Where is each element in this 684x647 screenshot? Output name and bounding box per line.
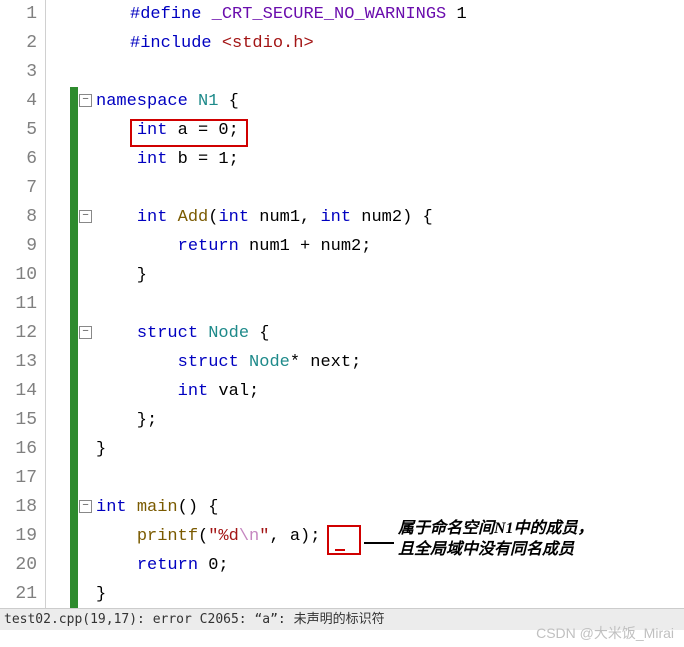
code-token (96, 324, 137, 343)
line-number: 20 (0, 551, 37, 580)
code-token: int (137, 121, 168, 140)
line-number: 4 (0, 87, 37, 116)
code-token: #define (130, 5, 212, 24)
annotation-line: 属于命名空间N1中的成员， (398, 518, 594, 539)
code-token: main (137, 498, 178, 517)
code-token (96, 556, 137, 575)
line-number: 11 (0, 290, 37, 319)
fold-toggle[interactable]: − (79, 500, 92, 513)
code-token: ( (198, 527, 208, 546)
code-area[interactable]: #define _CRT_SECURE_NO_WARNINGS 1 #inclu… (96, 0, 684, 608)
annotation-text: 属于命名空间N1中的成员， 且全局域中没有同名成员 (398, 518, 594, 560)
code-token: , a); (269, 527, 320, 546)
fold-column: − − − − (78, 0, 96, 608)
code-token (96, 353, 178, 372)
change-bar (70, 87, 78, 609)
code-token: } (96, 585, 106, 604)
fold-toggle[interactable]: − (79, 94, 92, 107)
code-token: int (320, 208, 351, 227)
code-token: int (96, 498, 127, 517)
code-token (96, 208, 137, 227)
code-token: } (96, 440, 106, 459)
code-token (96, 237, 178, 256)
line-number: 1 (0, 0, 37, 29)
code-token: Node (208, 324, 249, 343)
code-token: int (218, 208, 249, 227)
code-token (167, 208, 177, 227)
error-squiggle (335, 549, 345, 551)
code-token: num2) { (351, 208, 433, 227)
code-token (96, 121, 137, 140)
code-token: { (249, 324, 269, 343)
annotation-connector (364, 542, 394, 544)
code-token: b = 1; (167, 150, 238, 169)
code-token: num1, (249, 208, 320, 227)
code-token (127, 498, 137, 517)
code-token: Add (178, 208, 209, 227)
line-number: 10 (0, 261, 37, 290)
code-token: 0; (198, 556, 229, 575)
code-token: } (96, 266, 147, 285)
code-editor: 1 2 3 4 5 6 7 8 9 10 11 12 13 14 15 16 1… (0, 0, 684, 608)
code-token: val; (208, 382, 259, 401)
code-token: <stdio.h> (222, 34, 314, 53)
line-number: 21 (0, 580, 37, 609)
code-token: struct (137, 324, 198, 343)
code-token: int (137, 150, 168, 169)
code-token: struct (178, 353, 239, 372)
code-token (96, 527, 137, 546)
annotation-line: 且全局域中没有同名成员 (398, 539, 594, 560)
code-token: * next; (290, 353, 361, 372)
code-token: () { (178, 498, 219, 517)
line-number: 5 (0, 116, 37, 145)
code-token: ( (208, 208, 218, 227)
code-token: }; (96, 411, 157, 430)
line-number: 18 (0, 493, 37, 522)
line-number: 9 (0, 232, 37, 261)
code-token: "%d (208, 527, 239, 546)
line-number: 8 (0, 203, 37, 232)
line-number: 3 (0, 58, 37, 87)
code-token: int (137, 208, 168, 227)
code-token: 1 (446, 5, 466, 24)
line-number: 15 (0, 406, 37, 435)
code-token: namespace (96, 92, 198, 111)
code-token: Node (249, 353, 290, 372)
line-number: 7 (0, 174, 37, 203)
code-token (96, 150, 137, 169)
line-number: 13 (0, 348, 37, 377)
fold-toggle[interactable]: − (79, 210, 92, 223)
code-token (198, 324, 208, 343)
line-number: 12 (0, 319, 37, 348)
code-token: num1 + num2; (239, 237, 372, 256)
code-token: #include (130, 34, 222, 53)
code-token: \n (239, 527, 259, 546)
code-token (96, 382, 178, 401)
watermark: CSDN @大米饭_Mirai (536, 623, 674, 643)
line-gutter: 1 2 3 4 5 6 7 8 9 10 11 12 13 14 15 16 1… (0, 0, 46, 608)
code-token: _CRT_SECURE_NO_WARNINGS (212, 5, 447, 24)
code-token: int (178, 382, 209, 401)
line-number: 2 (0, 29, 37, 58)
code-token: return (137, 556, 198, 575)
line-number: 19 (0, 522, 37, 551)
line-number: 6 (0, 145, 37, 174)
line-number: 16 (0, 435, 37, 464)
line-number: 14 (0, 377, 37, 406)
code-token: return (178, 237, 239, 256)
code-token (239, 353, 249, 372)
code-token: printf (137, 527, 198, 546)
fold-toggle[interactable]: − (79, 326, 92, 339)
code-token: N1 (198, 92, 218, 111)
code-token: a = 0; (167, 121, 238, 140)
line-number: 17 (0, 464, 37, 493)
code-token: " (259, 527, 269, 546)
code-token: { (218, 92, 238, 111)
